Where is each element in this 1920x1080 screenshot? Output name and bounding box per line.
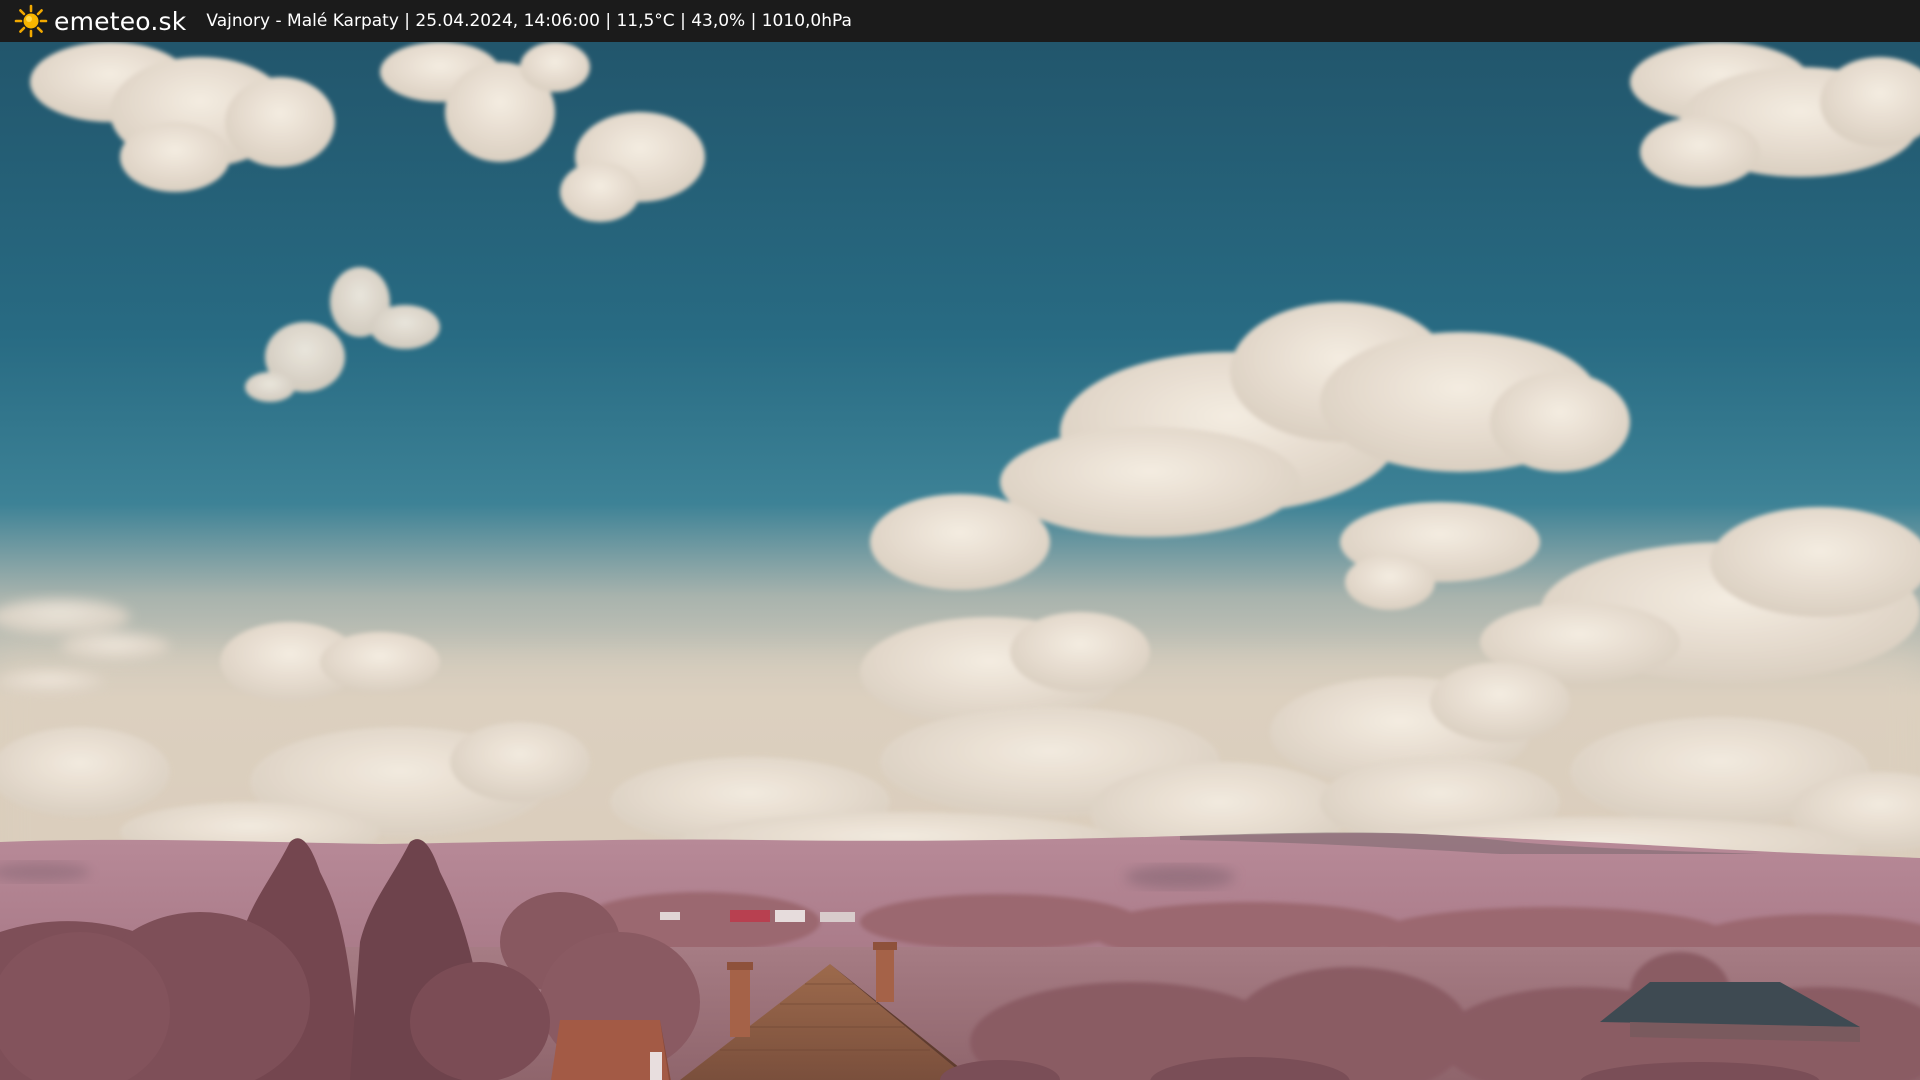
weather-info-line: Vajnory - Malé Karpaty | 25.04.2024, 14:… [206,11,852,31]
webcam-image [0,42,1920,1080]
chimney-right [876,947,894,1002]
chimney-left [730,967,750,1037]
left-house [551,1020,671,1080]
brand-logo[interactable]: emeteo.sk [14,4,186,38]
sun-icon [14,4,48,38]
webcam-frame: emeteo.sk Vajnory - Malé Karpaty | 25.04… [0,0,1920,1080]
top-bar: emeteo.sk Vajnory - Malé Karpaty | 25.04… [0,0,1920,42]
brand-name: emeteo.sk [54,6,187,36]
